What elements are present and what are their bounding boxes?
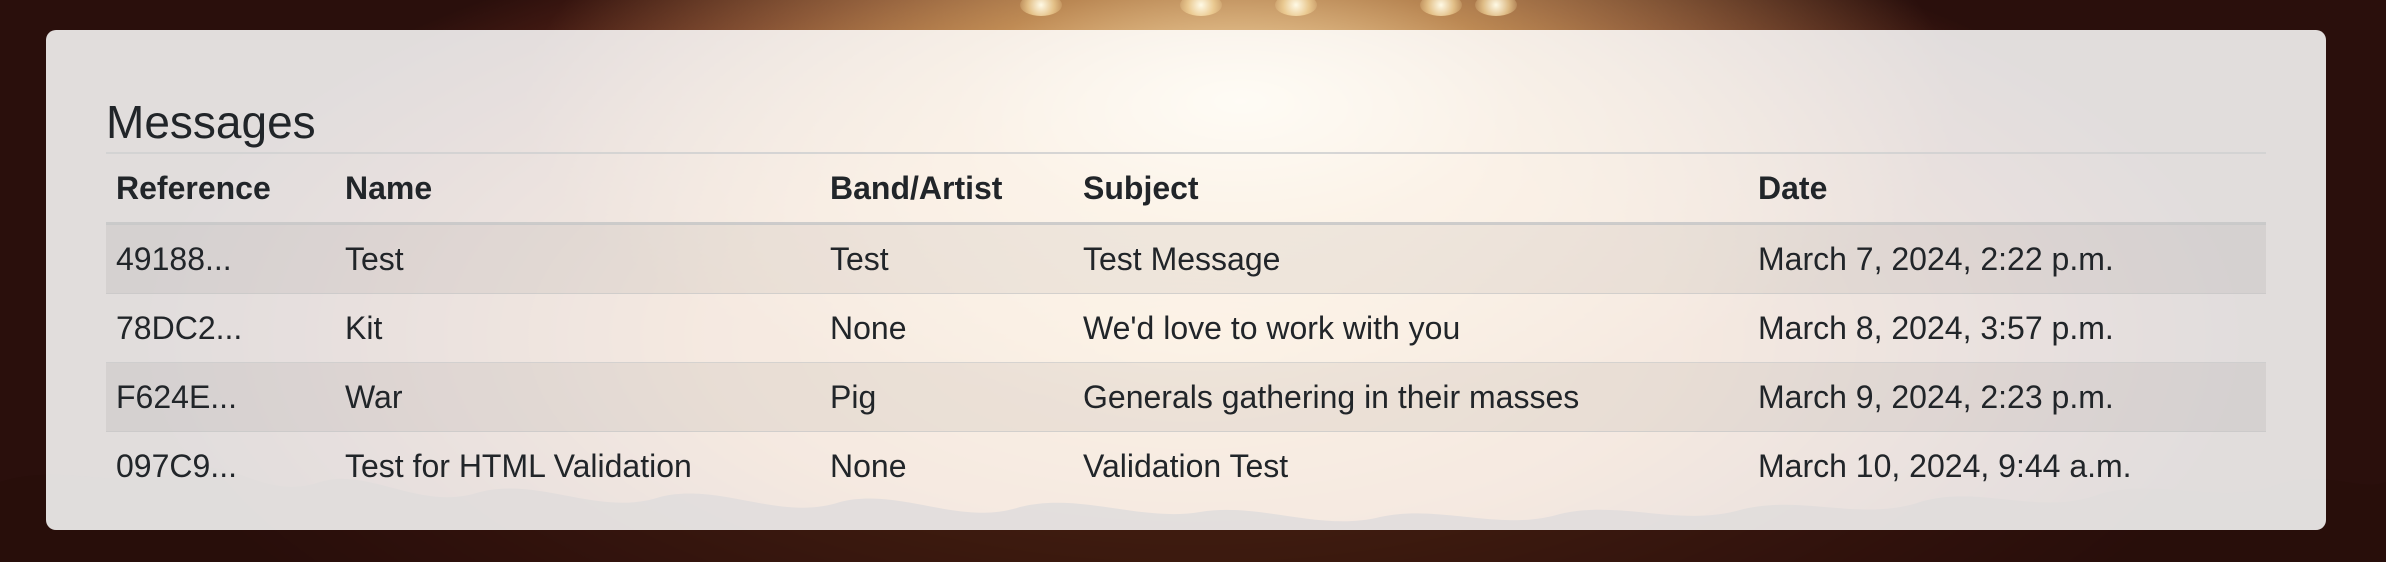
cell-reference: 097C9... bbox=[106, 431, 335, 500]
cell-date: March 7, 2024, 2:22 p.m. bbox=[1748, 223, 2266, 294]
stage-light bbox=[1475, 0, 1517, 16]
stage-light bbox=[1180, 0, 1222, 16]
cell-date: March 9, 2024, 2:23 p.m. bbox=[1748, 362, 2266, 432]
cell-name: Kit bbox=[335, 293, 820, 363]
stage-light bbox=[1275, 0, 1317, 16]
cell-subject: Test Message bbox=[1073, 223, 1748, 294]
cell-name: Test bbox=[335, 223, 820, 294]
table-header-row: Reference Name Band/Artist Subject Date bbox=[106, 152, 2266, 225]
table-row[interactable]: F624E... War Pig Generals gathering in t… bbox=[106, 362, 2266, 432]
column-header-subject: Subject bbox=[1073, 152, 1748, 225]
column-header-date: Date bbox=[1748, 152, 2266, 225]
cell-reference: 49188... bbox=[106, 223, 335, 294]
column-header-reference: Reference bbox=[106, 152, 335, 225]
cell-band: None bbox=[820, 431, 1073, 500]
stage-light bbox=[1020, 0, 1062, 16]
cell-reference: 78DC2... bbox=[106, 293, 335, 363]
cell-date: March 8, 2024, 3:57 p.m. bbox=[1748, 293, 2266, 363]
table-body: 49188... Test Test Test Message March 7,… bbox=[106, 223, 2266, 500]
table-header: Reference Name Band/Artist Subject Date bbox=[106, 152, 2266, 225]
cell-band: Test bbox=[820, 223, 1073, 294]
cell-subject: Validation Test bbox=[1073, 431, 1748, 500]
column-header-name: Name bbox=[335, 152, 820, 225]
cell-name: Test for HTML Validation bbox=[335, 431, 820, 500]
column-header-band: Band/Artist bbox=[820, 152, 1073, 225]
cell-subject: We'd love to work with you bbox=[1073, 293, 1748, 363]
table-row[interactable]: 78DC2... Kit None We'd love to work with… bbox=[106, 293, 2266, 363]
stage-light bbox=[1420, 0, 1462, 16]
cell-band: Pig bbox=[820, 362, 1073, 432]
messages-table: Reference Name Band/Artist Subject Date … bbox=[106, 152, 2266, 500]
cell-subject: Generals gathering in their masses bbox=[1073, 362, 1748, 432]
page-title: Messages bbox=[106, 96, 316, 148]
cell-date: March 10, 2024, 9:44 a.m. bbox=[1748, 431, 2266, 500]
cell-reference: F624E... bbox=[106, 362, 335, 432]
cell-name: War bbox=[335, 362, 820, 432]
table-row[interactable]: 49188... Test Test Test Message March 7,… bbox=[106, 223, 2266, 294]
cell-band: None bbox=[820, 293, 1073, 363]
table-row[interactable]: 097C9... Test for HTML Validation None V… bbox=[106, 431, 2266, 500]
